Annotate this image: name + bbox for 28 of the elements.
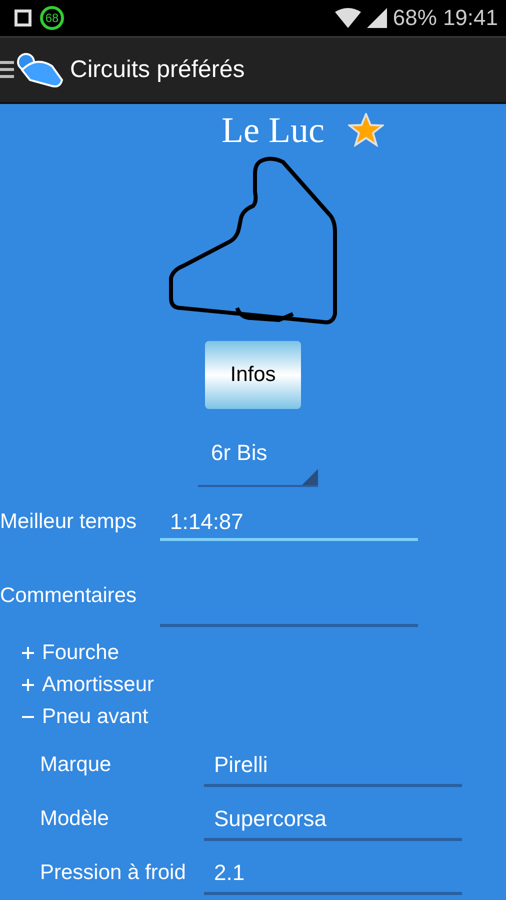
- plus-icon: [22, 647, 34, 659]
- field-label: Modèle: [40, 806, 110, 832]
- wifi-icon: [334, 8, 361, 28]
- input-field[interactable]: 2.1: [204, 855, 462, 895]
- field-label: Meilleur temps: [0, 509, 138, 535]
- circuit-name: Le Luc: [222, 109, 324, 151]
- square-icon: [14, 9, 32, 27]
- field-label: Commentaires: [0, 583, 138, 609]
- info-button[interactable]: Infos: [205, 341, 301, 409]
- field-label: Marque: [40, 752, 112, 778]
- input-field[interactable]: Pirelli: [204, 747, 462, 787]
- clock: 19:41: [442, 5, 498, 31]
- input-field[interactable]: 1:14:87: [160, 507, 418, 541]
- section-toggle[interactable]: Amortisseur: [22, 669, 154, 701]
- input-field[interactable]: Supercorsa: [204, 801, 462, 841]
- motorbike-rider-icon: [16, 50, 64, 90]
- star-icon[interactable]: [348, 113, 384, 147]
- layout-dropdown[interactable]: 6r Bis: [198, 439, 318, 487]
- menu-icon[interactable]: [0, 59, 14, 81]
- field-label: Pression à froid: [40, 860, 187, 886]
- dropdown-corner-icon: [302, 469, 318, 485]
- battery-level: 68%: [392, 5, 437, 31]
- section-toggle[interactable]: Fourche: [22, 637, 120, 669]
- plus-icon: [22, 679, 34, 691]
- signal-icon: [366, 8, 387, 28]
- screen-title: Circuits préférés: [70, 56, 245, 84]
- notification-badge: 68: [40, 6, 64, 30]
- section-toggle[interactable]: Pneu avant: [22, 701, 148, 733]
